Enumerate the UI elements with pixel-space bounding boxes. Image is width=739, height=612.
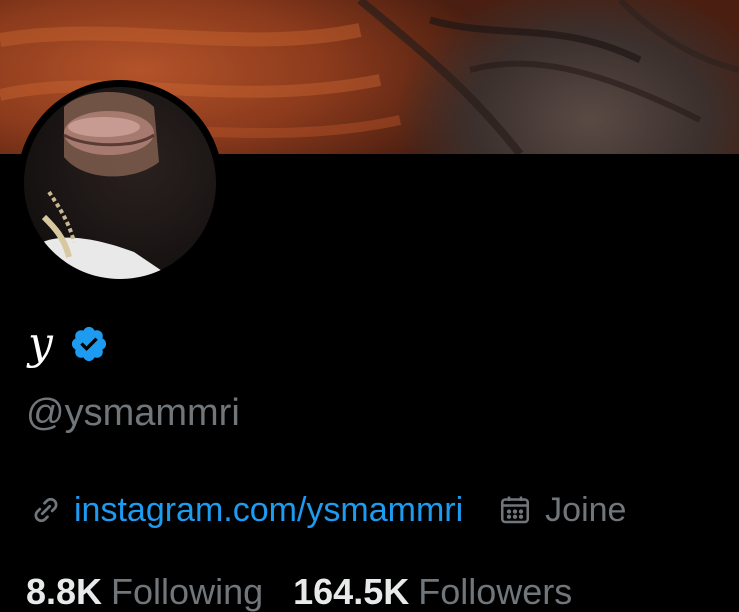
verified-badge-icon[interactable] (69, 324, 109, 364)
followers-stat[interactable]: 164.5K Followers (293, 574, 572, 610)
display-name-row: y (28, 312, 109, 376)
profile-meta-row: instagram.com/ysmammri Joine (28, 492, 626, 528)
followers-label: Followers (418, 571, 573, 612)
username-handle: @ysmammri (26, 392, 240, 434)
profile-avatar-frame[interactable] (17, 80, 223, 286)
display-name: y (28, 318, 53, 369)
website-link[interactable]: instagram.com/ysmammri (74, 493, 463, 527)
link-icon (28, 492, 64, 528)
calendar-icon (497, 492, 533, 528)
following-label: Following (111, 571, 264, 612)
following-count: 8.8K (26, 571, 103, 612)
avatar[interactable] (24, 87, 216, 279)
joined-label: Joine (545, 491, 627, 529)
avatar-photo (24, 92, 174, 279)
follow-stats-row: 8.8K Following 164.5K Followers (26, 574, 572, 610)
followers-count: 164.5K (293, 571, 410, 612)
joined-date: Joine (497, 492, 626, 528)
following-stat[interactable]: 8.8K Following (26, 574, 263, 610)
